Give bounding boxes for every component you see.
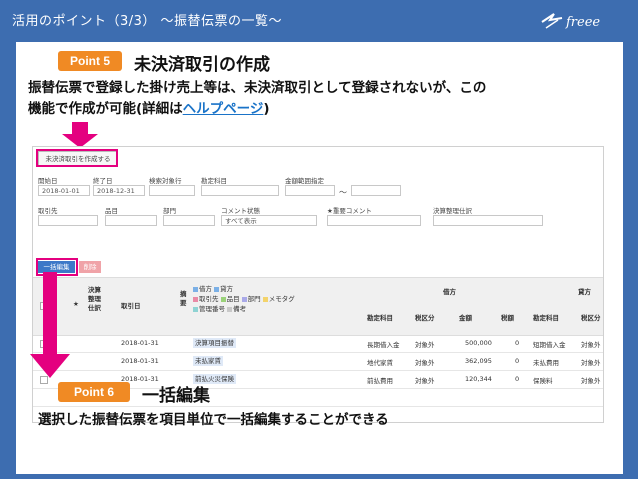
- row-debit-tax: 対象外: [415, 341, 435, 349]
- arrow-down-icon: [30, 272, 70, 378]
- row-debit-account: 地代家賃: [367, 359, 393, 367]
- row-summary-tag: 決算項目振替: [193, 338, 236, 348]
- amount-min-input[interactable]: [285, 185, 335, 196]
- arrow-down-icon: [62, 122, 98, 148]
- sub-header-debit-tax: 税区分: [415, 314, 435, 322]
- sub-header-tax: 税額: [501, 314, 514, 322]
- point5-badge: Point 5: [58, 51, 122, 71]
- col-date: 取引日: [121, 302, 141, 310]
- row-amount: 500,000: [465, 339, 492, 347]
- legend-item: メモタグ: [262, 295, 295, 303]
- col-star: ★: [73, 300, 79, 308]
- help-page-link[interactable]: ヘルプページ: [183, 101, 264, 117]
- row-credit-account: 保険料: [533, 377, 553, 385]
- account-select[interactable]: [201, 185, 279, 196]
- legend: 借方 貸方 取引先 品目 部門 メモタグ 管理番号 備考: [193, 284, 353, 314]
- row-debit-account: 長期借入金: [367, 341, 400, 349]
- point5-description: 振替伝票で登録した掛け売上等は、未決済取引として登録されないが、この 機能で作成…: [28, 78, 486, 120]
- row-debit-account: 前払費用: [367, 377, 393, 385]
- point5-desc-pre: 機能で作成が可能(詳細は: [28, 101, 183, 117]
- legend-item: 取引先: [193, 295, 219, 303]
- row-credit-tax: 対象外: [581, 377, 601, 385]
- row-tax: 0: [515, 357, 520, 365]
- point6-description: 選択した振替伝票を項目単位で一括編集することができる: [38, 412, 389, 428]
- row-credit-tax: 対象外: [581, 359, 601, 367]
- range-tilde: 〜: [339, 188, 347, 197]
- row-credit-account: 短期借入金: [533, 341, 566, 349]
- legend-item: 備考: [227, 305, 246, 313]
- credit-header: 貸方: [578, 288, 591, 296]
- sub-header-credit-tax: 税区分: [581, 314, 601, 322]
- row-summary-tag: 未払家賃: [193, 356, 223, 366]
- point5-title: 未決済取引の作成: [134, 55, 270, 75]
- sub-header-credit-account: 勘定科目: [533, 314, 559, 322]
- item-select[interactable]: [105, 215, 157, 226]
- col-settle: 決算整理仕訳: [88, 286, 101, 312]
- row-tax: 0: [515, 339, 520, 347]
- settle-select[interactable]: [433, 215, 543, 226]
- point5-desc-line1: 振替伝票で登録した掛け売上等は、未決済取引として登録されないが、この: [28, 80, 487, 96]
- comment-state-select[interactable]: すべて表示: [221, 215, 317, 226]
- row-credit-account: 未払費用: [533, 359, 559, 367]
- point6-badge: Point 6: [58, 382, 130, 402]
- legend-item: 管理番号: [193, 305, 225, 313]
- start-date-label: 開始日: [38, 177, 58, 185]
- point5-desc-post: ): [263, 101, 270, 117]
- table-row[interactable]: 2018-01-31 決算項目振替 長期借入金 対象外 500,000 0 短期…: [33, 335, 603, 353]
- partner-label: 取引先: [38, 207, 58, 215]
- row-amount: 120,344: [465, 375, 492, 383]
- table-header: ★ 決算整理仕訳 取引日 摘要 借方 貸方 取引先 品目 部門 メモタグ 管理番…: [33, 277, 603, 336]
- slide-body: Point 5 未決済取引の作成 振替伝票で登録した掛け売上等は、未決済取引とし…: [16, 42, 623, 474]
- row-tax: 0: [515, 375, 520, 383]
- legend-item: 借方: [193, 285, 212, 293]
- end-date-label: 終了日: [93, 177, 113, 185]
- highlight-frame: [36, 149, 118, 167]
- dept-select[interactable]: [163, 215, 215, 226]
- col-summary: 摘要: [180, 290, 187, 307]
- point6-title: 一括編集: [142, 386, 210, 406]
- debit-header: 借方: [443, 288, 456, 296]
- comment-state-label: コメント状態: [221, 207, 260, 215]
- slide-header: 活用のポイント（3/3） 〜振替伝票の一覧〜 freee: [0, 0, 638, 40]
- row-credit-tax: 対象外: [581, 341, 601, 349]
- end-date-input[interactable]: 2018-12-31: [93, 185, 145, 196]
- search-target-select[interactable]: [149, 185, 195, 196]
- settle-label: 決算整理仕訳: [433, 207, 472, 215]
- item-label: 品目: [105, 207, 118, 215]
- account-label: 勘定科目: [201, 177, 227, 185]
- sub-header-amount: 金額: [459, 314, 472, 322]
- point5-desc-line2: 機能で作成が可能(詳細はヘルプページ): [28, 99, 486, 120]
- row-debit-tax: 対象外: [415, 377, 435, 385]
- partner-select[interactable]: [38, 215, 98, 226]
- amount-range-label: 金額範囲指定: [285, 177, 324, 185]
- row-date: 2018-01-31: [121, 357, 159, 365]
- freee-logo: freee: [541, 13, 600, 30]
- row-amount: 362,095: [465, 357, 492, 365]
- slide-title: 活用のポイント（3/3） 〜振替伝票の一覧〜: [12, 14, 283, 29]
- logo-text: freee: [565, 15, 600, 30]
- important-comment-select[interactable]: [327, 215, 421, 226]
- search-target-label: 検索対象行: [149, 177, 182, 185]
- row-date: 2018-01-31: [121, 339, 159, 347]
- legend-item: 部門: [241, 295, 261, 303]
- table-row[interactable]: 2018-01-31 未払家賃 地代家賃 対象外 362,095 0 未払費用 …: [33, 353, 603, 371]
- row-debit-tax: 対象外: [415, 359, 435, 367]
- legend-item: 貸方: [214, 285, 233, 293]
- legend-item: 品目: [220, 295, 240, 303]
- delete-button[interactable]: 削除: [79, 261, 101, 273]
- sub-header-debit-account: 勘定科目: [367, 314, 393, 322]
- dept-label: 部門: [163, 207, 176, 215]
- amount-max-input[interactable]: [351, 185, 401, 196]
- start-date-input[interactable]: 2018-01-01: [38, 185, 90, 196]
- important-comment-label: ★重要コメント: [327, 207, 372, 215]
